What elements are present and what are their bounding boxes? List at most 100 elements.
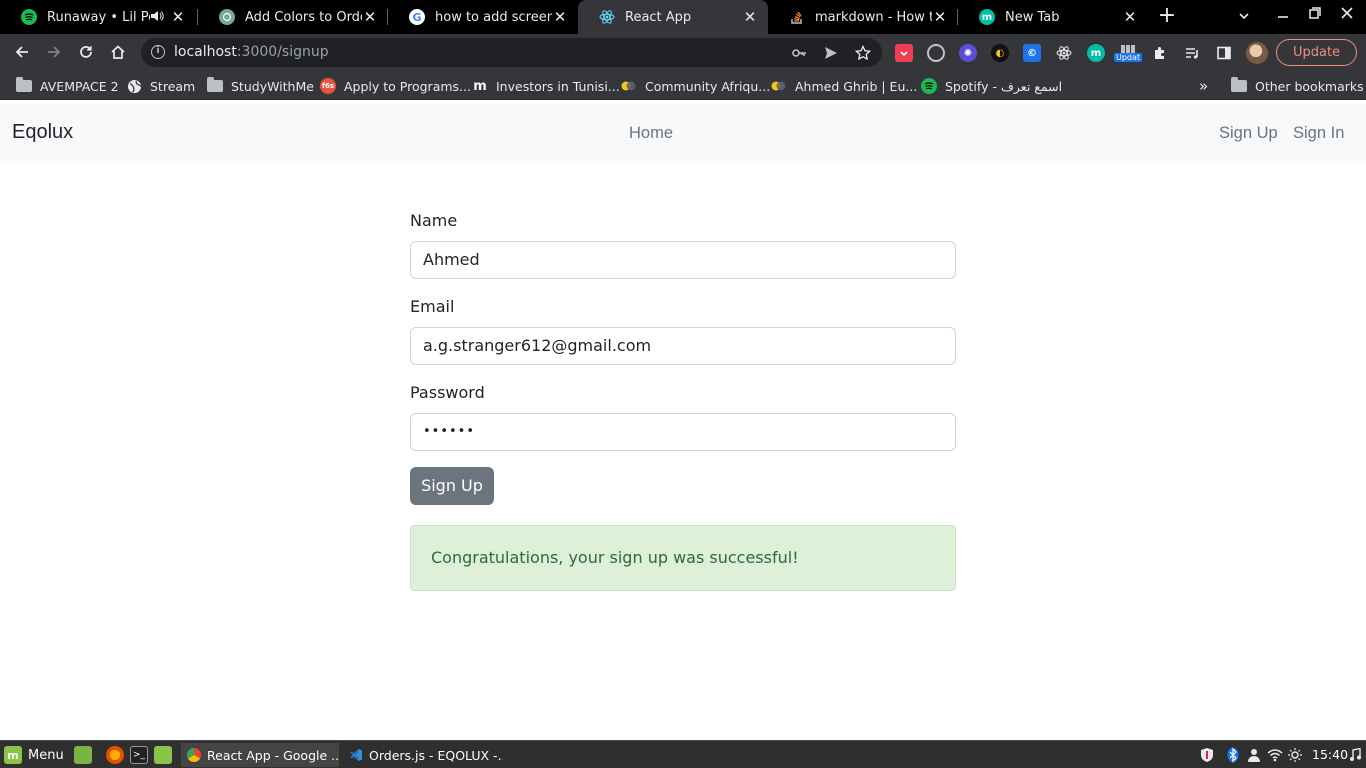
tab-new-tab[interactable]: m New Tab ✕ <box>958 0 1148 34</box>
m-extension-icon[interactable]: m <box>1087 44 1105 62</box>
bookmark-apply-programs[interactable]: f6s Apply to Programs... <box>320 77 471 95</box>
taskbar-item-vscode[interactable]: Orders.js - EQOLUX -... <box>343 743 503 767</box>
chrome-icon <box>187 748 201 762</box>
close-icon[interactable]: ✕ <box>1122 8 1138 26</box>
close-icon[interactable]: ✕ <box>170 8 186 26</box>
wifi-icon[interactable] <box>1267 747 1283 763</box>
update-extension-icon[interactable]: Updat <box>1113 42 1143 64</box>
browser-tab-strip: Runaway • Lil Peep ✕ Add Colors to Order… <box>0 0 1366 34</box>
community-icon <box>771 78 787 94</box>
profile-avatar[interactable] <box>1246 42 1268 64</box>
reload-icon[interactable] <box>76 42 96 62</box>
password-input[interactable]: •••••• <box>410 413 956 451</box>
tab-markdown[interactable]: markdown - How to add ✕ <box>768 0 958 34</box>
react-icon <box>599 9 615 25</box>
tab-title: Add Colors to Orders <box>245 9 362 25</box>
url-host: localhost <box>174 44 237 60</box>
nav-sign-in[interactable]: Sign In <box>1293 124 1344 143</box>
folder-icon <box>1231 77 1247 94</box>
password-label: Password <box>410 383 485 402</box>
dark-mode-icon[interactable]: ◐ <box>991 44 1009 62</box>
puzzle-extensions-icon[interactable] <box>1151 44 1169 62</box>
more-bookmarks-chevron[interactable]: » <box>1199 77 1208 95</box>
name-input[interactable]: Ahmed <box>410 241 956 279</box>
target-extension-icon[interactable] <box>927 44 945 62</box>
tab-title: how to add screenshot <box>435 9 552 25</box>
folder-icon <box>207 77 223 94</box>
copy-extension-icon[interactable]: © <box>1023 44 1041 62</box>
address-bar[interactable]: i localhost:3000/signup <box>141 38 882 67</box>
close-window-icon[interactable] <box>1337 6 1357 26</box>
tab-search-chevron-down-icon[interactable] <box>1236 8 1252 24</box>
clock: 15:40 <box>1312 747 1349 762</box>
bookmark-avempace[interactable]: AVEMPACE 2 <box>16 77 119 95</box>
key-icon[interactable] <box>790 44 808 62</box>
user-icon[interactable] <box>1246 747 1262 763</box>
sign-up-button[interactable]: Sign Up <box>410 467 494 505</box>
bookmark-studywithme[interactable]: StudyWithMe <box>207 77 314 95</box>
brightness-icon[interactable] <box>1287 747 1303 763</box>
bookmark-community-afrique[interactable]: Community Afriqu... <box>621 77 770 95</box>
nav-home[interactable]: Home <box>629 124 673 143</box>
bookmark-stream[interactable]: Stream <box>126 77 195 95</box>
media-queue-icon[interactable] <box>1183 44 1201 62</box>
home-icon[interactable] <box>108 42 128 62</box>
close-icon[interactable]: ✕ <box>552 8 568 26</box>
f6s-icon: f6s <box>320 78 336 94</box>
globe-icon <box>126 78 142 94</box>
back-arrow-icon[interactable] <box>12 42 32 62</box>
app-navbar: Eqolux Home Sign Up Sign In <box>0 104 1366 161</box>
tab-google-search[interactable]: G how to add screenshot ✕ <box>388 0 578 34</box>
minimize-icon[interactable] <box>1273 6 1293 26</box>
tab-title: markdown - How to add <box>815 9 932 25</box>
menu-label: Menu <box>28 747 64 763</box>
music-note-icon[interactable] <box>1347 747 1363 763</box>
bookmark-label: Investors in Tunisi... <box>496 78 620 94</box>
files-folder-icon[interactable] <box>154 746 172 764</box>
bookmarks-bar: AVEMPACE 2 Stream StudyWithMe f6s Apply … <box>0 71 1366 100</box>
tab-runaway[interactable]: Runaway • Lil Peep ✕ <box>0 0 196 34</box>
bookmark-label: Apply to Programs... <box>344 78 471 94</box>
firefox-icon[interactable] <box>106 746 124 764</box>
shield-icon[interactable] <box>1199 747 1215 763</box>
show-desktop-icon[interactable] <box>74 746 92 764</box>
bookmark-spotify[interactable]: Spotify - اسمع تعرف <box>921 77 1062 95</box>
close-icon[interactable]: ✕ <box>742 8 758 26</box>
star-icon[interactable] <box>854 44 872 62</box>
m-icon: m <box>979 9 995 25</box>
bookmark-investors-tunisia[interactable]: m Investors in Tunisi... <box>472 77 620 95</box>
react-devtools-icon[interactable] <box>1055 44 1073 62</box>
brand-logo[interactable]: Eqolux <box>12 121 73 144</box>
nav-sign-up[interactable]: Sign Up <box>1219 124 1278 143</box>
new-tab-button[interactable]: + <box>1156 5 1178 27</box>
speaker-icon[interactable] <box>150 10 166 25</box>
tab-react-app[interactable]: React App ✕ <box>578 0 768 34</box>
m-logo-icon: m <box>473 78 487 94</box>
restore-icon[interactable] <box>1305 6 1325 26</box>
email-label: Email <box>410 297 455 316</box>
gear-extension-icon[interactable]: ✺ <box>959 44 977 62</box>
pocket-icon[interactable] <box>895 44 913 62</box>
bookmark-label: Stream <box>150 78 196 94</box>
email-input[interactable]: a.g.stranger612@gmail.com <box>410 327 956 365</box>
side-panel-icon[interactable] <box>1215 44 1233 62</box>
taskbar-item-chrome[interactable]: React App - Google ... <box>181 743 339 767</box>
bookmark-label: Ahmed Ghrib | Eu... <box>795 78 918 94</box>
update-button[interactable]: Update <box>1276 39 1357 66</box>
close-icon[interactable]: ✕ <box>362 8 378 26</box>
bookmark-ahmed-ghrib[interactable]: Ahmed Ghrib | Eu... <box>771 77 917 95</box>
community-icon <box>621 78 637 94</box>
tab-title: Runaway • Lil Peep <box>47 9 150 25</box>
tab-add-colors[interactable]: Add Colors to Orders ✕ <box>198 0 388 34</box>
close-icon[interactable]: ✕ <box>932 8 948 26</box>
site-info-icon[interactable]: i <box>151 45 165 59</box>
start-menu-button[interactable]: m Menu <box>4 746 64 764</box>
bluetooth-icon[interactable] <box>1225 747 1241 763</box>
task-title: React App - Google ... <box>207 747 339 763</box>
send-icon[interactable] <box>822 44 840 62</box>
forward-arrow-icon[interactable] <box>44 42 64 62</box>
spotify-icon <box>921 78 937 94</box>
terminal-icon[interactable]: >_ <box>130 746 148 764</box>
bookmark-other[interactable]: Other bookmarks <box>1231 77 1364 95</box>
vscode-icon <box>349 748 363 762</box>
